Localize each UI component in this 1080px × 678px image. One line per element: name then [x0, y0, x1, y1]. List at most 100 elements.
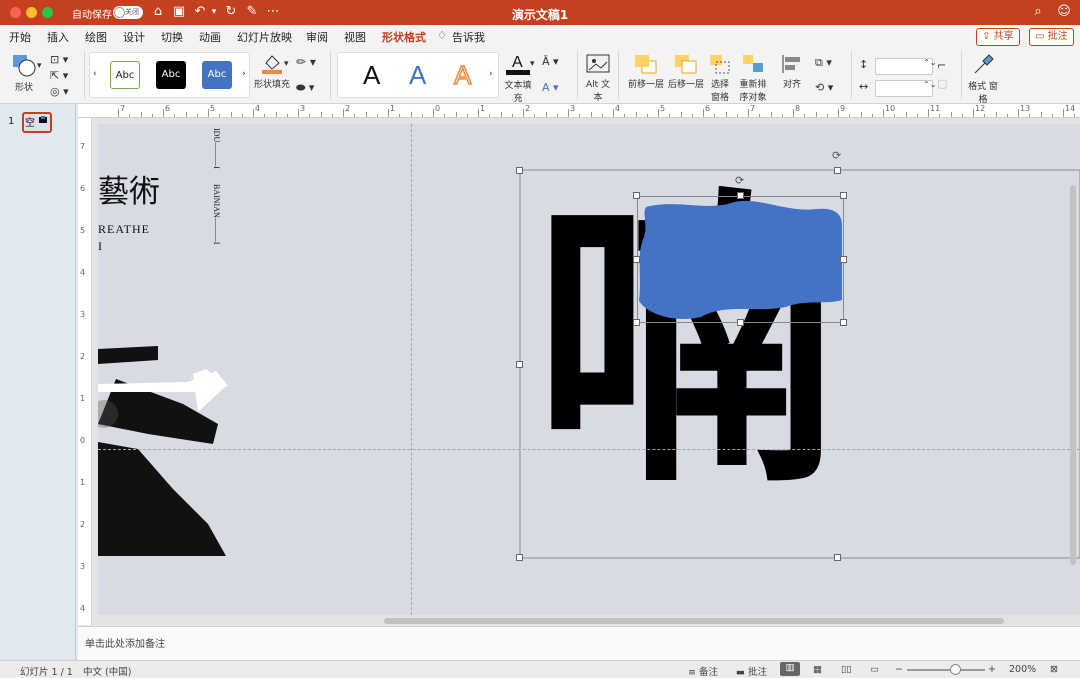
ruler-tick	[759, 114, 761, 117]
shapes-button[interactable]: 形状	[8, 52, 40, 93]
ruler-tick	[826, 114, 828, 117]
edit-shape-icon[interactable]: ⇱ ▾	[50, 69, 68, 82]
tab-transitions[interactable]: 切换	[161, 29, 183, 45]
zoom-level[interactable]: 200%	[1009, 664, 1036, 675]
text-effects-icon[interactable]: A ▾	[542, 81, 559, 94]
shape-effects-icon[interactable]: ⬬ ▾	[296, 81, 314, 95]
tab-view[interactable]: 视图	[344, 29, 366, 45]
fit-to-window-icon[interactable]: ⊠	[1050, 664, 1058, 675]
normal-view-icon[interactable]: ▥	[780, 662, 800, 676]
notes-icon: ≡	[688, 667, 699, 678]
notes-toggle[interactable]: ≡ 备注	[688, 664, 718, 678]
crop-icon[interactable]: ▢	[937, 77, 947, 90]
resize-handle[interactable]	[840, 256, 847, 263]
zoom-in-button[interactable]: +	[988, 664, 996, 675]
text-box-icon[interactable]: ⊡ ▾	[50, 53, 68, 66]
ruler-number: 2	[80, 352, 86, 361]
ruler-tick	[838, 109, 839, 117]
slide[interactable]: 藝術 REATHE I IDU———I BAINIAN———I 喃	[98, 124, 1080, 615]
slide-thumbnail[interactable]: 空	[22, 112, 52, 133]
bring-forward-button[interactable]: 前移一层	[627, 53, 665, 90]
bring-forward-label: 前移一层	[627, 80, 664, 90]
wordart-style-1[interactable]: A	[363, 60, 380, 91]
ruler-tick	[624, 114, 626, 117]
stepper-icon[interactable]: ⌃⌄	[923, 80, 936, 89]
tab-insert[interactable]: 插入	[47, 29, 69, 45]
group-resize-handle[interactable]	[516, 167, 523, 174]
shape-selection-box	[637, 196, 844, 323]
shape-style-3[interactable]: Abc	[202, 61, 232, 89]
tab-design[interactable]: 设计	[123, 29, 145, 45]
tab-draw[interactable]: 绘图	[85, 29, 107, 45]
resize-handle[interactable]	[840, 319, 847, 326]
format-pane-button[interactable]: 格式 窗格	[968, 53, 998, 105]
group-rotate-handle-icon[interactable]: ⟳	[832, 149, 841, 162]
resize-handle[interactable]	[737, 319, 744, 326]
group-resize-handle[interactable]	[834, 167, 841, 174]
merge-shapes-icon[interactable]: ◎ ▾	[50, 85, 69, 98]
shape-fill-button[interactable]: 形状填充	[254, 51, 290, 90]
ruler-tick	[568, 109, 569, 117]
resize-handle[interactable]	[633, 192, 640, 199]
wordart-style-2[interactable]: A	[409, 60, 426, 91]
align-button[interactable]: 对齐	[776, 53, 808, 90]
wordart-style-3[interactable]: A	[453, 59, 472, 91]
rotate-icon[interactable]: ⟲ ▾	[815, 81, 833, 94]
reading-view-icon[interactable]: ▯▯	[841, 664, 851, 675]
send-backward-button[interactable]: 后移一层	[667, 53, 705, 90]
chevron-down-icon[interactable]: ▾	[530, 59, 535, 69]
notes-pane[interactable]: 单击此处添加备注	[78, 626, 1080, 660]
text-outline-icon[interactable]: Ā ▾	[542, 55, 559, 68]
zoom-out-button[interactable]: −	[895, 664, 903, 675]
resize-handle[interactable]	[633, 319, 640, 326]
shapes-icon	[13, 55, 36, 77]
shape-fill-label: 形状填充	[254, 80, 291, 90]
gallery-next-icon[interactable]: ›	[489, 69, 493, 79]
svg-text:A: A	[512, 54, 523, 71]
zoom-slider-knob[interactable]	[950, 664, 961, 675]
chevron-down-icon[interactable]: ▾	[37, 61, 42, 71]
group-resize-handle[interactable]	[516, 554, 523, 561]
tab-tell-me[interactable]: 告诉我	[452, 29, 485, 45]
gallery-prev-icon[interactable]: ‹	[93, 69, 97, 79]
rotate-handle-icon[interactable]: ⟳	[735, 174, 744, 187]
shape-style-2[interactable]: Abc	[156, 61, 186, 89]
ruler-tick	[556, 114, 558, 117]
slideshow-icon[interactable]: ▭	[870, 664, 879, 675]
selection-pane-button[interactable]: 选择 窗格	[706, 53, 734, 103]
comments-button[interactable]: ▭ 批注	[1029, 28, 1074, 46]
stepper-icon[interactable]: ⌃⌄	[923, 58, 936, 67]
comments-toggle[interactable]: ▬ 批注	[736, 664, 767, 678]
chevron-down-icon[interactable]: ▾	[284, 59, 289, 69]
tab-review[interactable]: 审阅	[306, 29, 328, 45]
horizontal-scrollbar[interactable]	[384, 618, 1004, 624]
horizontal-guide[interactable]	[98, 449, 1080, 450]
group-icon[interactable]: ⧉ ▾	[815, 56, 832, 70]
zoom-slider[interactable]	[907, 669, 985, 671]
vertical-scrollbar[interactable]	[1070, 185, 1076, 565]
vertical-guide[interactable]	[411, 124, 412, 615]
group-resize-handle[interactable]	[516, 361, 523, 368]
ruler-tick	[579, 114, 581, 117]
language-status[interactable]: 中文 (中国)	[83, 664, 131, 678]
tab-shape-format[interactable]: 形状格式	[382, 29, 426, 50]
reorder-objects-button[interactable]: 重新排 序对象	[738, 53, 768, 103]
lock-aspect-icon[interactable]: ⌐	[937, 59, 946, 72]
tab-animations[interactable]: 动画	[199, 29, 221, 45]
group-resize-handle[interactable]	[834, 554, 841, 561]
search-icon[interactable]: ⌕	[1030, 4, 1046, 20]
tab-home[interactable]: 开始	[9, 29, 31, 45]
slide-sorter-icon[interactable]: ▦	[813, 664, 822, 675]
smiley-icon[interactable]: ☺	[1056, 4, 1072, 20]
resize-handle[interactable]	[840, 192, 847, 199]
share-button[interactable]: ⇪ 共享	[976, 28, 1020, 46]
ruler-tick	[725, 112, 727, 117]
alt-text-button[interactable]: Alt 文本	[582, 53, 614, 103]
resize-handle[interactable]	[633, 256, 640, 263]
gallery-next-icon[interactable]: ›	[242, 69, 246, 79]
resize-handle[interactable]	[737, 192, 744, 199]
tab-slideshow[interactable]: 幻灯片放映	[237, 29, 292, 45]
shape-style-1[interactable]: Abc	[110, 61, 140, 89]
shape-outline-icon[interactable]: ✏ ▾	[296, 55, 316, 69]
ruler-tick	[320, 112, 322, 117]
